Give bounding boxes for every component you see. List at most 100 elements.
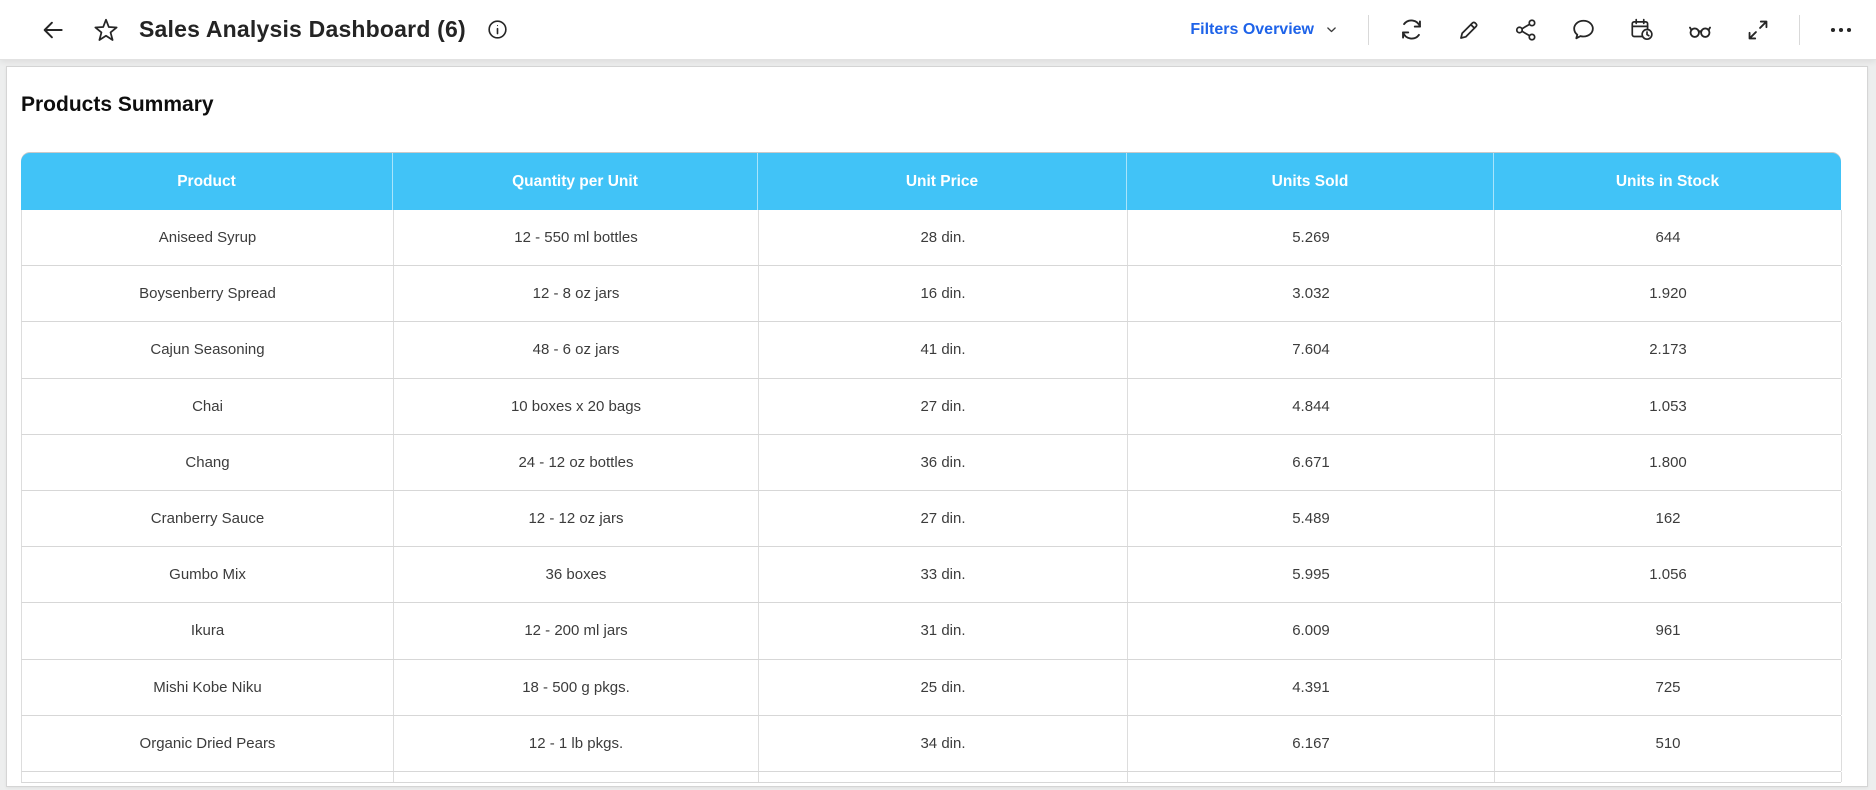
- favorite-button[interactable]: [92, 16, 120, 44]
- schedule-button[interactable]: [1628, 16, 1655, 43]
- table-cell: 961: [1495, 603, 1842, 659]
- table-row-partial: [21, 771, 1842, 783]
- table-cell: 12 - 200 ml jars: [394, 603, 759, 659]
- table-cell: 12 - 12 oz jars: [394, 490, 759, 547]
- table-cell: [22, 771, 394, 782]
- column-header-units-sold[interactable]: Units Sold: [1127, 153, 1494, 210]
- widget-title: Products Summary: [21, 93, 214, 116]
- table-cell: Aniseed Syrup: [22, 210, 394, 266]
- table-cell: 510: [1495, 715, 1842, 771]
- table-cell: 644: [1495, 210, 1842, 266]
- more-options-button[interactable]: [1828, 17, 1854, 43]
- table-cell: [759, 771, 1128, 782]
- table-cell: 6.671: [1128, 434, 1495, 490]
- table-cell: 33 din.: [759, 547, 1128, 603]
- top-toolbar: Sales Analysis Dashboard (6) Filters Ove…: [0, 0, 1876, 59]
- table-cell: 7.604: [1128, 322, 1495, 378]
- dashboard-canvas: Products Summary Product Quantity per Uni…: [6, 66, 1868, 787]
- table-cell: 5.995: [1128, 547, 1495, 603]
- edit-button[interactable]: [1456, 17, 1482, 43]
- table-cell: 6.009: [1128, 603, 1495, 659]
- table-cell: Ikura: [22, 603, 394, 659]
- refresh-icon: [1402, 19, 1421, 40]
- table-cell: 162: [1495, 490, 1842, 547]
- column-header-product[interactable]: Product: [21, 153, 393, 210]
- table-cell: 41 din.: [759, 322, 1128, 378]
- table-row: Cranberry Sauce 12 - 12 oz jars 27 din. 5.4…: [21, 490, 1842, 548]
- table-cell: 24 - 12 oz bottles: [394, 434, 759, 490]
- table-cell: 4.844: [1128, 378, 1495, 434]
- back-arrow-icon: [43, 21, 63, 38]
- comment-icon: [1573, 19, 1594, 40]
- table-cell: [394, 771, 759, 782]
- table-cell: 25 din.: [759, 659, 1128, 715]
- table-cell: Organic Dried Pears: [22, 715, 394, 771]
- preview-button[interactable]: [1686, 16, 1714, 44]
- share-button[interactable]: [1513, 17, 1539, 43]
- column-header-quantity-per-unit[interactable]: Quantity per Unit: [393, 153, 758, 210]
- table-cell: 1.920: [1495, 266, 1842, 322]
- table-row: Chang 24 - 12 oz bottles 36 din. 6.671 1.800: [21, 434, 1842, 491]
- info-icon: [488, 20, 507, 39]
- table-cell: 28 din.: [759, 210, 1128, 266]
- table-cell: 36 boxes: [394, 547, 759, 603]
- table-cell: 12 - 550 ml bottles: [394, 210, 759, 266]
- table-cell: 12 - 8 oz jars: [394, 266, 759, 322]
- table-cell: [1128, 771, 1495, 782]
- table-row: Mishi Kobe Niku 18 - 500 g pkgs. 25 din. 4.…: [21, 659, 1842, 716]
- table-cell: Chai: [22, 378, 394, 434]
- table-cell: 2.173: [1495, 322, 1842, 378]
- star-icon: [94, 18, 118, 41]
- more-ellipsis-icon: [1830, 27, 1852, 32]
- table-cell: 16 din.: [759, 266, 1128, 322]
- table-cell: 27 din.: [759, 378, 1128, 434]
- table-cell: 36 din.: [759, 434, 1128, 490]
- chevron-down-icon: [1327, 27, 1336, 33]
- table-row: Organic Dried Pears 12 - 1 lb pkgs. 34 din…: [21, 715, 1842, 772]
- table-cell: 48 - 6 oz jars: [394, 322, 759, 378]
- schedule-calendar-clock-icon: [1631, 18, 1653, 41]
- table-cell: 27 din.: [759, 490, 1128, 547]
- table-header-row: Product Quantity per Unit Unit Price Units …: [21, 153, 1841, 210]
- table-row: Chai 10 boxes x 20 bags 27 din. 4.844 1.053: [21, 378, 1842, 435]
- filters-overview-dropdown[interactable]: Filters Overview: [1190, 21, 1339, 39]
- column-header-units-in-stock[interactable]: Units in Stock: [1494, 153, 1841, 210]
- table-cell: Cajun Seasoning: [22, 322, 394, 378]
- column-header-unit-price[interactable]: Unit Price: [758, 153, 1127, 210]
- table-cell: Cranberry Sauce: [22, 490, 394, 547]
- table-cell: Boysenberry Spread: [22, 266, 394, 322]
- edit-pencil-icon: [1460, 20, 1478, 39]
- fullscreen-button[interactable]: [1745, 17, 1771, 43]
- table-cell: 31 din.: [759, 603, 1128, 659]
- table-cell: 1.800: [1495, 434, 1842, 490]
- table-cell: 1.056: [1495, 547, 1842, 603]
- info-button[interactable]: [486, 18, 509, 41]
- table-cell: 5.489: [1128, 490, 1495, 547]
- toolbar-icon-group: [1398, 16, 1771, 44]
- table-cell: 12 - 1 lb pkgs.: [394, 715, 759, 771]
- toolbar-right-group: Filters Overview: [1190, 14, 1854, 45]
- table-cell: Chang: [22, 434, 394, 490]
- filters-overview-label: Filters Overview: [1190, 20, 1314, 38]
- table-cell: Gumbo Mix: [22, 547, 394, 603]
- table-cell: 18 - 500 g pkgs.: [394, 659, 759, 715]
- back-button[interactable]: [40, 17, 66, 43]
- glasses-preview-icon: [1689, 26, 1711, 38]
- toolbar-left-group: Sales Analysis Dashboard (6): [40, 16, 509, 44]
- comment-button[interactable]: [1570, 16, 1597, 43]
- dashboard-title: Sales Analysis Dashboard (6): [139, 16, 466, 42]
- share-icon: [1515, 18, 1536, 41]
- refresh-button[interactable]: [1398, 16, 1425, 43]
- toolbar-divider: [1368, 14, 1369, 45]
- toolbar-divider: [1799, 14, 1800, 45]
- table-cell: 5.269: [1128, 210, 1495, 266]
- table-row: Aniseed Syrup 12 - 550 ml bottles 28 din. 5…: [21, 210, 1842, 267]
- table-cell: 34 din.: [759, 715, 1128, 771]
- table-cell: 10 boxes x 20 bags: [394, 378, 759, 434]
- table-cell: Mishi Kobe Niku: [22, 659, 394, 715]
- table-row: Gumbo Mix 36 boxes 33 din. 5.995 1.056: [21, 547, 1842, 604]
- table-cell: 3.032: [1128, 266, 1495, 322]
- table-cell: [1495, 771, 1842, 782]
- table-row: Ikura 12 - 200 ml jars 31 din. 6.009 961: [21, 603, 1842, 660]
- table-body: Aniseed Syrup 12 - 550 ml bottles 28 din. 5…: [21, 210, 1842, 772]
